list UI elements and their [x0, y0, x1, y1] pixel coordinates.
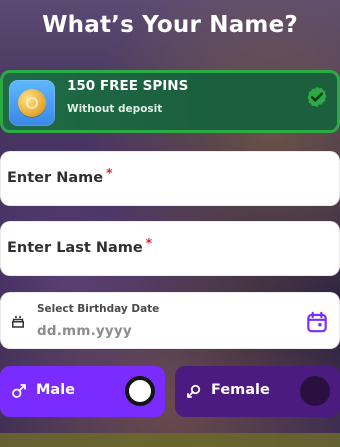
next-button-edge[interactable]: [0, 433, 340, 447]
required-mark: *: [106, 166, 113, 180]
coin-icon: [9, 80, 55, 126]
last-name-label: Enter Last Name *: [7, 236, 152, 256]
first-name-label-text: Enter Name: [7, 170, 104, 186]
check-circle-icon: [307, 86, 327, 108]
bonus-title: 150 FREE SPINS: [67, 78, 189, 94]
birthday-label: Select Birthday Date: [37, 303, 160, 315]
birthday-placeholder: dd.mm.yyyy: [37, 323, 132, 339]
first-name-field[interactable]: Enter Name *: [0, 151, 340, 206]
calendar-icon[interactable]: [304, 309, 330, 335]
gender-female-option[interactable]: Female: [175, 366, 340, 417]
required-mark: *: [145, 236, 152, 250]
first-name-label: Enter Name *: [7, 166, 112, 186]
last-name-label-text: Enter Last Name: [7, 240, 143, 256]
birthday-field[interactable]: Select Birthday Date dd.mm.yyyy: [0, 292, 340, 349]
last-name-field[interactable]: Enter Last Name *: [0, 221, 340, 276]
bonus-card[interactable]: 150 FREE SPINS Without deposit: [0, 70, 340, 133]
female-icon: [187, 384, 201, 398]
female-radio[interactable]: [300, 376, 330, 406]
male-radio[interactable]: [125, 376, 155, 406]
bonus-subtitle: Without deposit: [67, 103, 163, 115]
gender-female-label: Female: [211, 382, 270, 398]
gender-male-label: Male: [36, 382, 76, 398]
gender-male-option[interactable]: Male: [0, 366, 165, 417]
page-title: What’s Your Name?: [42, 12, 298, 38]
male-icon: [12, 384, 26, 398]
cake-icon: [12, 315, 24, 328]
coin-disk: [18, 89, 46, 117]
